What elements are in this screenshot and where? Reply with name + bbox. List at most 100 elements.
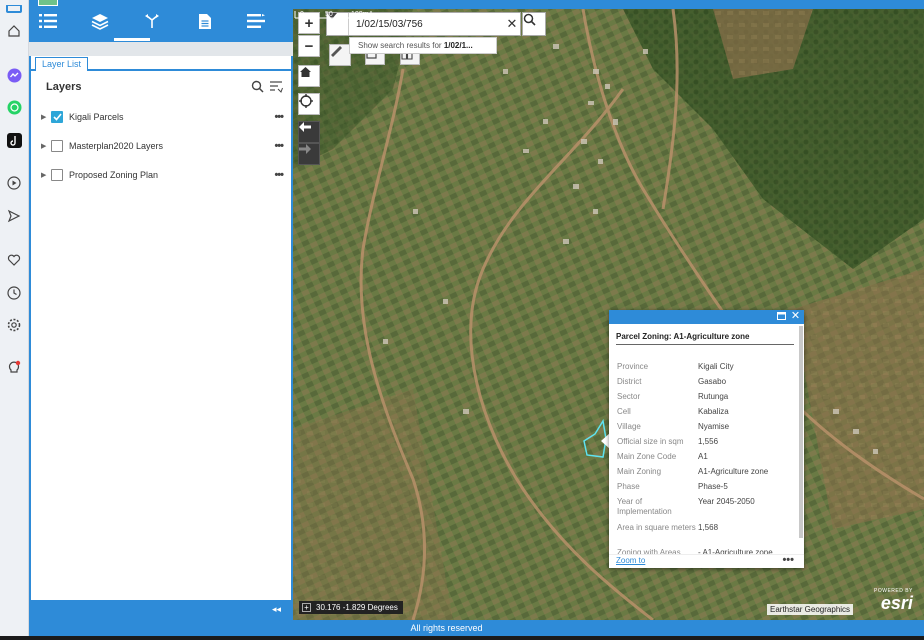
field-value: Gasabo bbox=[698, 377, 727, 386]
os-taskbar bbox=[0, 636, 924, 640]
search-input[interactable]: 1/02/15/03/756 bbox=[349, 19, 504, 30]
expand-caret-icon[interactable]: ▶ bbox=[41, 113, 51, 121]
field-key: Main Zoning bbox=[617, 467, 662, 476]
search-icon[interactable] bbox=[251, 80, 264, 96]
expand-caret-icon[interactable]: ▶ bbox=[41, 171, 51, 179]
panel-divider bbox=[29, 42, 293, 56]
suggestion-prefix: Show search results for bbox=[358, 41, 444, 50]
suggestion-term: 1/02/1... bbox=[443, 41, 473, 50]
popup-scrollbar[interactable] bbox=[799, 326, 803, 538]
popup-field: Sector Rutunga bbox=[617, 392, 795, 402]
popup-field: Area in square meters 1,568 bbox=[617, 523, 795, 533]
field-value: Nyamise bbox=[698, 422, 730, 431]
list-icon[interactable] bbox=[37, 10, 59, 32]
more-options-icon[interactable]: ••• bbox=[274, 111, 284, 123]
popup-field: Phase Phase-5 bbox=[617, 482, 795, 492]
layer-label: Masterplan2020 Layers bbox=[69, 141, 164, 151]
field-value: Rutunga bbox=[698, 392, 729, 401]
field-value: A1-Agriculture zone bbox=[698, 467, 769, 476]
lightbulb-icon[interactable] bbox=[5, 359, 23, 377]
locate-button[interactable] bbox=[298, 93, 320, 115]
zoom-out-button[interactable]: − bbox=[298, 35, 320, 57]
popup-header: ✕ bbox=[609, 310, 804, 324]
scale-bar: 0 50 100m bbox=[294, 11, 372, 19]
more-options-icon[interactable]: ••• bbox=[274, 140, 284, 152]
field-value: Year 2045-2050 bbox=[698, 497, 755, 506]
more-options-icon[interactable]: ••• bbox=[782, 554, 794, 566]
collapse-panel-icon[interactable]: ◂◂ bbox=[272, 604, 281, 615]
layer-item-kigali-parcels[interactable]: ▶ Kigali Parcels ••• bbox=[41, 109, 284, 125]
document-icon[interactable] bbox=[194, 10, 216, 32]
scale-label: 100m bbox=[351, 11, 369, 18]
share-icon[interactable] bbox=[141, 10, 163, 32]
settings-gear-icon[interactable] bbox=[5, 316, 23, 334]
popup-field: Official size in sqm 1,556 bbox=[617, 437, 795, 447]
coordinates-text: 30.176 -1.829 Degrees bbox=[316, 603, 398, 612]
popup-field: District Gasabo bbox=[617, 377, 795, 387]
layer-list-tab[interactable]: Layer List bbox=[35, 57, 89, 71]
map-attribution[interactable]: Earthstar Geographics bbox=[767, 604, 854, 615]
layer-checkbox[interactable] bbox=[51, 140, 63, 152]
field-key: Year of Implementation bbox=[617, 497, 672, 516]
layer-checkbox[interactable] bbox=[51, 111, 63, 123]
field-key: Main Zone Code bbox=[617, 452, 677, 461]
search-submit-button[interactable] bbox=[522, 12, 546, 36]
more-options-icon[interactable]: ••• bbox=[274, 169, 284, 181]
popup-field: Village Nyamise bbox=[617, 422, 795, 432]
legend-icon[interactable] bbox=[245, 10, 267, 32]
send-icon[interactable] bbox=[5, 207, 23, 225]
search-suggestion[interactable]: Show search results for 1/02/1... bbox=[349, 37, 497, 54]
popup-field: Year of Implementation Year 2045-2050 bbox=[617, 497, 795, 517]
layer-checkbox[interactable] bbox=[51, 169, 63, 181]
home-extent-button[interactable] bbox=[298, 65, 320, 87]
field-key: Cell bbox=[617, 407, 631, 416]
parcel-popup: ✕ Parcel Zoning: A1-Agriculture zone Pro… bbox=[609, 310, 804, 568]
field-key: Sector bbox=[617, 392, 641, 401]
search-icon bbox=[523, 13, 536, 26]
filter-options-icon[interactable] bbox=[269, 80, 283, 96]
previous-extent-button[interactable] bbox=[298, 121, 320, 143]
field-key: Area in square meters bbox=[617, 523, 696, 532]
scale-label: 50 bbox=[325, 11, 333, 18]
field-value: Phase-5 bbox=[698, 482, 728, 491]
field-key: Province bbox=[617, 362, 649, 371]
home-icon[interactable] bbox=[5, 22, 23, 40]
expand-caret-icon[interactable]: ▶ bbox=[41, 142, 51, 150]
close-icon[interactable]: ✕ bbox=[790, 311, 801, 322]
field-value: Kabaliza bbox=[698, 407, 729, 416]
map-view[interactable]: + − 1/02/15/03/756 ✕ Show search results… bbox=[293, 9, 924, 620]
footer-text: All rights reserved bbox=[410, 623, 483, 633]
layers-icon[interactable] bbox=[89, 10, 111, 32]
next-extent-button[interactable] bbox=[298, 143, 320, 165]
field-key: Phase bbox=[617, 482, 640, 491]
messenger-icon[interactable] bbox=[5, 66, 23, 84]
layer-item-proposed-zoning[interactable]: ▶ Proposed Zoning Plan ••• bbox=[41, 167, 284, 183]
app-header bbox=[29, 0, 293, 42]
popup-footer: Zoom to ••• bbox=[609, 554, 804, 568]
field-value: A1 bbox=[698, 452, 708, 461]
clock-icon[interactable] bbox=[5, 284, 23, 302]
maximize-icon[interactable] bbox=[777, 311, 788, 322]
zoom-to-link[interactable]: Zoom to bbox=[616, 556, 645, 565]
field-value: 1,556 bbox=[698, 437, 719, 446]
clear-search-icon[interactable]: ✕ bbox=[504, 16, 520, 32]
whatsapp-icon[interactable] bbox=[5, 98, 23, 116]
popup-field: Cell Kabaliza bbox=[617, 407, 795, 417]
popup-field: Main Zoning A1-Agriculture zone bbox=[617, 467, 795, 477]
coordinate-toggle-icon[interactable]: + bbox=[302, 603, 311, 612]
app-tab-icon[interactable] bbox=[5, 0, 23, 18]
play-circle-icon[interactable] bbox=[5, 174, 23, 192]
arrow-right-icon bbox=[299, 144, 311, 154]
tiktok-icon[interactable] bbox=[5, 131, 23, 149]
measure-button[interactable] bbox=[329, 44, 351, 66]
popup-title: Parcel Zoning: A1-Agriculture zone bbox=[616, 332, 794, 345]
locate-icon bbox=[299, 94, 313, 108]
layer-item-masterplan2020[interactable]: ▶ Masterplan2020 Layers ••• bbox=[41, 138, 284, 154]
esri-logo: POWERED BY esri bbox=[874, 588, 913, 612]
browser-sidebar bbox=[0, 0, 29, 640]
popup-field: Province Kigali City bbox=[617, 362, 795, 372]
field-key: Village bbox=[617, 422, 641, 431]
coordinate-readout: + 30.176 -1.829 Degrees bbox=[299, 601, 403, 614]
panel-collapse-bar: ◂◂ bbox=[29, 600, 293, 620]
heart-icon[interactable] bbox=[5, 251, 23, 269]
